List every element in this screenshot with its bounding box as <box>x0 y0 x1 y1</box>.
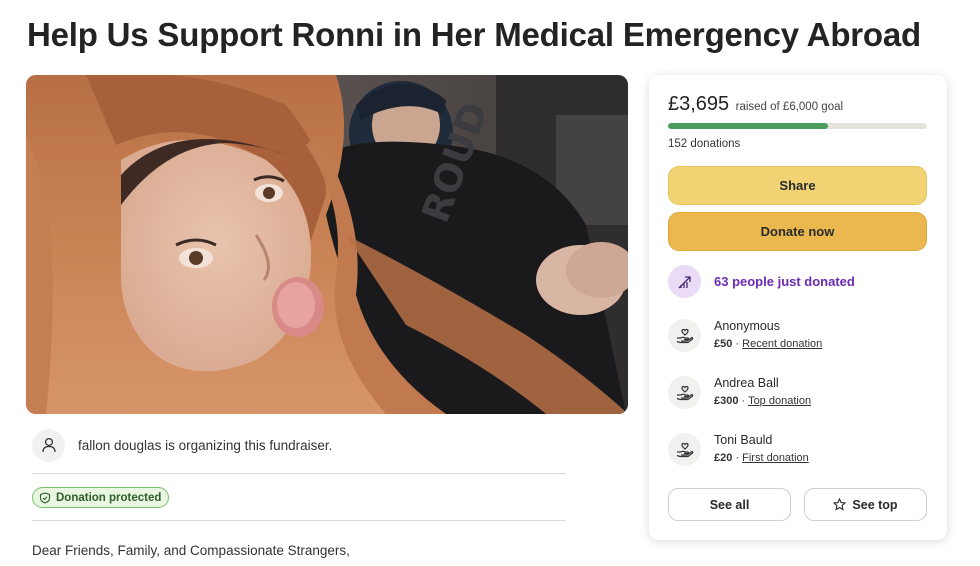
raised-goal: raised of £6,000 goal <box>735 101 844 113</box>
organizer-row: fallon douglas is organizing this fundra… <box>32 427 566 463</box>
donor-type-link[interactable]: Recent donation <box>742 338 822 350</box>
share-button[interactable]: Share <box>668 166 927 205</box>
donor-separator: · <box>732 338 743 350</box>
see-top-label: See top <box>852 497 898 512</box>
donor-type-link[interactable]: Top donation <box>748 395 811 407</box>
star-icon <box>833 498 847 511</box>
donate-now-button[interactable]: Donate now <box>668 212 927 251</box>
heart-hand-icon <box>668 319 701 352</box>
page-title: Help Us Support Ronni in Her Medical Eme… <box>27 16 921 53</box>
donor-item: Toni Bauld £20 · First donation <box>668 433 809 466</box>
donor-name: Toni Bauld <box>714 433 773 447</box>
donation-protected-label: Donation protected <box>56 491 162 504</box>
shield-icon <box>39 491 51 504</box>
see-top-button[interactable]: See top <box>804 488 927 521</box>
donor-type-link[interactable]: First donation <box>742 452 809 464</box>
donation-protected-badge[interactable]: Donation protected <box>32 487 170 508</box>
heart-hand-icon <box>668 433 701 466</box>
donation-card: £3,695 raised of £6,000 goal 152 donatio… <box>649 75 947 540</box>
person-icon <box>32 428 65 462</box>
donor-amount: £20 <box>714 452 733 464</box>
recent-activity-text: 63 people just donated <box>714 274 855 289</box>
donor-meta: £300 · Top donation <box>714 395 811 407</box>
donor-meta: £20 · First donation <box>714 452 809 464</box>
heart-hand-icon <box>668 376 701 409</box>
donor-item: Andrea Ball £300 · Top donation <box>668 376 811 409</box>
raised-summary: £3,695 raised of £6,000 goal <box>668 93 843 116</box>
divider <box>32 473 566 474</box>
see-all-button[interactable]: See all <box>668 488 791 521</box>
story-opening: Dear Friends, Family, and Compassionate … <box>32 543 350 558</box>
donor-amount: £50 <box>714 338 733 350</box>
progress-fill <box>668 123 828 129</box>
donations-count: 152 donations <box>668 138 741 150</box>
raised-amount: £3,695 <box>668 93 730 115</box>
donor-amount: £300 <box>714 395 739 407</box>
donor-name: Anonymous <box>714 319 781 333</box>
fundraiser-photo-image: ROUD <box>26 75 628 414</box>
donor-separator: · <box>738 395 749 407</box>
donor-separator: · <box>732 452 743 464</box>
donor-item: Anonymous £50 · Recent donation <box>668 319 822 352</box>
trending-up-icon <box>668 265 701 298</box>
fundraiser-photo[interactable]: ROUD <box>26 75 628 414</box>
recent-activity: 63 people just donated <box>668 265 855 298</box>
divider <box>32 520 566 521</box>
donor-meta: £50 · Recent donation <box>714 338 822 350</box>
organizer-text: fallon douglas is organizing this fundra… <box>78 437 333 453</box>
progress-bar <box>668 123 927 129</box>
donor-name: Andrea Ball <box>714 376 779 390</box>
